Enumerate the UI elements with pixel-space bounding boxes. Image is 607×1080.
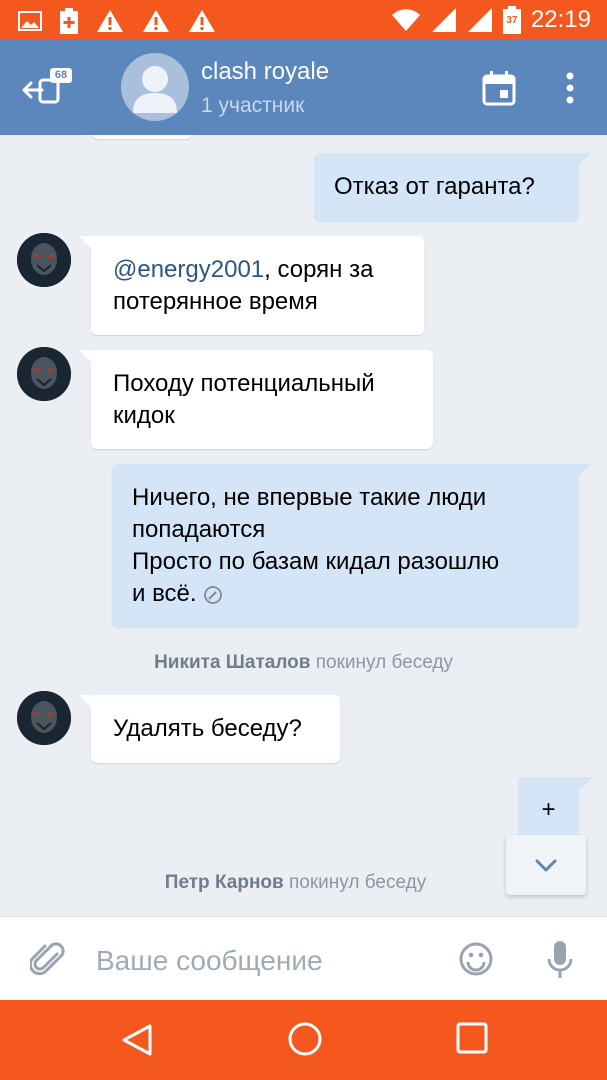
nav-back-icon[interactable]	[120, 1022, 156, 1058]
attach-button[interactable]	[28, 941, 66, 979]
unread-badge: 68	[54, 69, 68, 81]
message-text: , сорян за	[264, 256, 374, 283]
user-avatar-image	[17, 233, 71, 287]
message-text: Походу потенциальный	[113, 370, 375, 397]
chat-members-count[interactable]: 1 участник	[201, 94, 304, 118]
emoji-button[interactable]	[458, 941, 494, 977]
message-bubble-outgoing[interactable]: +	[518, 777, 579, 843]
nav-recent-apps-icon[interactable]	[456, 1022, 488, 1054]
message-text: попадаются	[132, 516, 266, 543]
warning-icon	[97, 10, 123, 32]
system-message-user[interactable]: Никита Шаталов	[154, 652, 310, 673]
user-avatar-image	[17, 347, 71, 401]
smiley-icon	[459, 942, 493, 976]
status-bar: 37 22:19	[0, 0, 607, 40]
nav-home-icon[interactable]	[286, 1020, 324, 1058]
message-text: +	[541, 796, 556, 823]
battery-level: 37	[506, 15, 518, 26]
signal-icon	[431, 8, 456, 32]
message-bubble-outgoing[interactable]: Ничего, не впервые такие люди попадаются…	[112, 464, 591, 627]
chat-header: 68 clash royale 1 участник	[0, 40, 607, 135]
system-message-user[interactable]: Петр Карнов	[165, 872, 284, 893]
message-list[interactable]: Отказ от гаранта? @energy2001, сорян за …	[0, 135, 607, 915]
message-bubble-incoming[interactable]: Походу потенциальный кидок	[79, 350, 433, 449]
message-text: Отказ от гаранта?	[334, 173, 535, 200]
chat-avatar[interactable]	[121, 53, 189, 121]
back-to-chats-button[interactable]: 68	[20, 66, 74, 108]
voice-record-button[interactable]	[546, 939, 574, 981]
message-text: Просто по базам кидал разошлю	[132, 548, 500, 575]
more-menu-button[interactable]	[560, 70, 580, 106]
paperclip-icon	[28, 942, 65, 976]
battery-plus-icon	[60, 8, 78, 34]
more-vert-icon	[566, 72, 574, 104]
message-text: Ничего, не впервые такие люди	[132, 484, 487, 511]
partial-message-bubble	[92, 135, 192, 139]
message-bubble-incoming[interactable]: Удалять беседу?	[79, 695, 340, 763]
image-icon	[18, 11, 42, 31]
message-text: потерянное время	[113, 288, 318, 315]
avatar[interactable]	[17, 233, 71, 287]
message-input[interactable]	[96, 939, 436, 983]
microphone-icon	[547, 941, 573, 978]
system-message-action: покинул беседу	[310, 652, 453, 673]
message-text: Удалять беседу?	[113, 715, 302, 742]
battery-icon: 37	[502, 6, 521, 34]
message-bubble-outgoing[interactable]: Отказ от гаранта?	[314, 153, 591, 221]
wifi-icon	[391, 9, 420, 32]
clock: 22:19	[530, 6, 591, 33]
message-bubble-tail	[579, 777, 593, 791]
calendar-button[interactable]	[482, 70, 516, 106]
system-message: Никита Шаталов покинул беседу	[0, 652, 607, 674]
avatar[interactable]	[17, 347, 71, 401]
system-message: Петр Карнов покинул беседу	[0, 872, 599, 894]
user-mention-link[interactable]: @energy2001	[113, 256, 264, 283]
message-composer	[0, 916, 607, 1002]
user-avatar-image	[17, 691, 71, 745]
system-message-action: покинул беседу	[283, 872, 427, 893]
system-navigation-bar	[0, 1000, 607, 1080]
user-placeholder-icon	[133, 66, 177, 113]
edited-icon	[204, 585, 223, 604]
message-bubble-incoming[interactable]: @energy2001, сорян за потерянное время	[79, 236, 424, 335]
warning-icon	[143, 10, 169, 32]
calendar-icon	[482, 71, 516, 106]
signal-icon	[467, 8, 492, 32]
message-text: и всё.	[132, 580, 197, 607]
warning-icon	[189, 10, 215, 32]
chat-title[interactable]: clash royale	[201, 58, 329, 86]
avatar[interactable]	[17, 691, 71, 745]
message-text: кидок	[113, 402, 175, 429]
